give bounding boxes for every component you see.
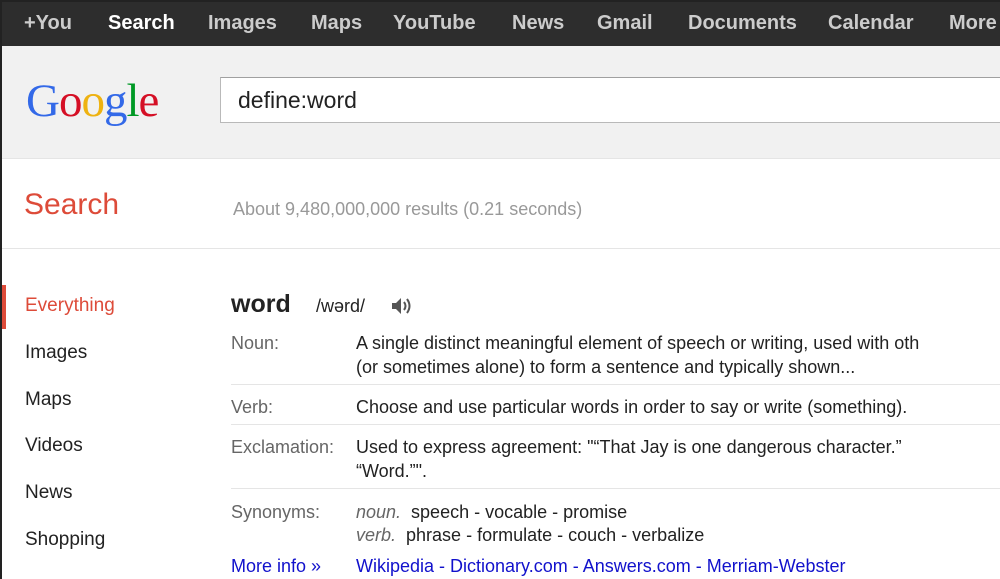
- window-frame: [0, 0, 1000, 579]
